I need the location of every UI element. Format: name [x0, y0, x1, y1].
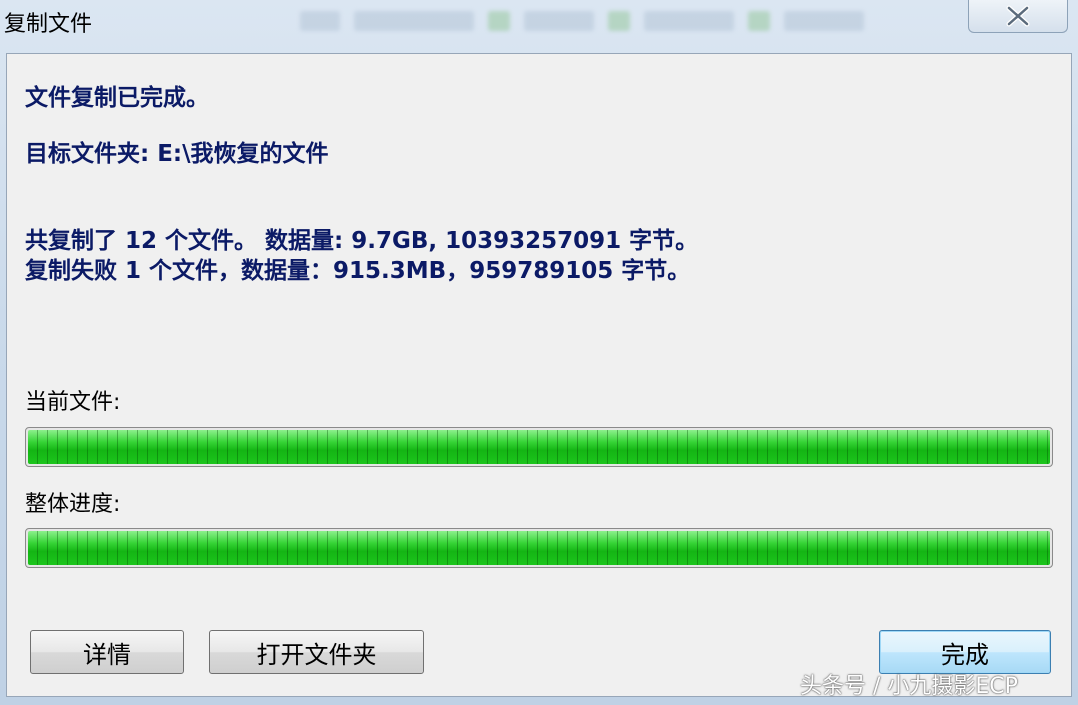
dialog-content: 文件复制已完成。 目标文件夹: E:\我恢复的文件 共复制了 12 个文件。 数…: [6, 53, 1072, 697]
background-toolbar: [300, 6, 960, 36]
details-button[interactable]: 详情: [30, 630, 184, 674]
close-x-icon: [1006, 5, 1030, 27]
copied-summary: 共复制了 12 个文件。 数据量: 9.7GB, 10393257091 字节。: [25, 228, 699, 254]
current-file-label: 当前文件:: [25, 390, 121, 415]
failed-summary: 复制失败 1 个文件，数据量：915.3MB，959789105 字节。: [25, 258, 691, 284]
open-folder-button[interactable]: 打开文件夹: [209, 630, 424, 674]
target-folder-message: 目标文件夹: E:\我恢复的文件: [25, 141, 329, 167]
overall-progress-bar: [25, 528, 1053, 568]
complete-message: 文件复制已完成。: [25, 85, 209, 111]
window-title: 复制文件: [4, 12, 93, 37]
title-bar[interactable]: 复制文件: [0, 0, 1078, 48]
overall-progress-label: 整体进度:: [25, 492, 121, 517]
watermark: 头条号 / 小九摄影ECP: [800, 674, 1018, 699]
current-file-progress-bar: [25, 427, 1053, 467]
current-file-progress-fill: [28, 430, 1050, 464]
dialog-window: 复制文件 文件复制已完成。 目标文件夹: E:\我恢复的文件 共复制了 12 个…: [0, 0, 1078, 705]
close-button[interactable]: [968, 0, 1068, 33]
overall-progress-fill: [28, 531, 1050, 565]
